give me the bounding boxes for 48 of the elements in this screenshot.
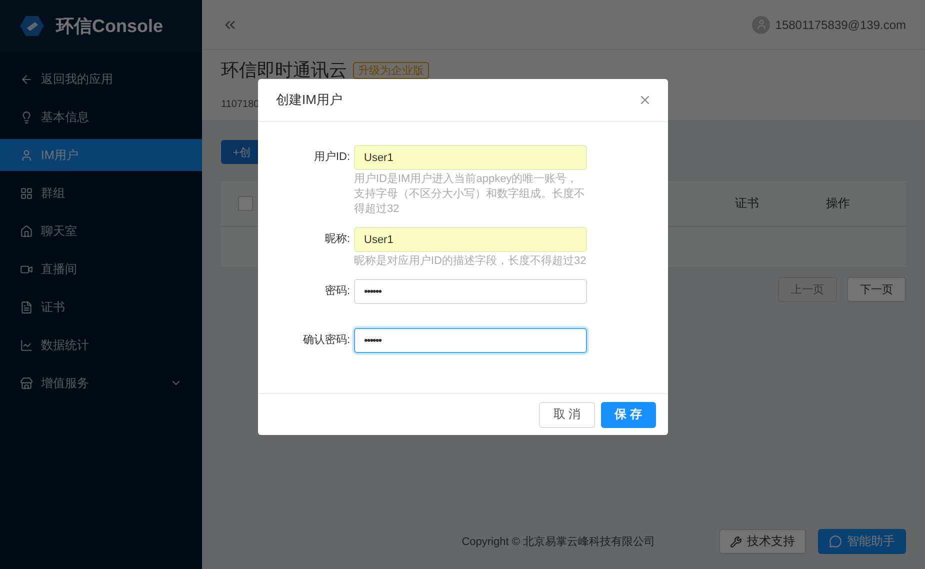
- save-button[interactable]: 保 存: [600, 402, 656, 428]
- user-email[interactable]: 15801175839@139.com: [775, 18, 906, 32]
- sidebar-item[interactable]: 聊天室: [0, 215, 202, 247]
- store-icon: [20, 376, 33, 390]
- support-button[interactable]: 技术支持: [719, 529, 806, 554]
- video-camera-icon: [20, 262, 33, 276]
- wrench-icon: [730, 536, 742, 548]
- logo-icon: [20, 15, 44, 37]
- logo-text: 环信Console: [56, 15, 164, 38]
- user-icon: [20, 148, 33, 162]
- sidebar-item[interactable]: IM用户: [0, 139, 202, 171]
- page-button[interactable]: 下一页: [847, 277, 906, 302]
- input-field[interactable]: User1: [354, 145, 587, 170]
- column-header: 证书: [735, 195, 759, 212]
- input-field[interactable]: ••••••: [354, 279, 587, 304]
- input-field[interactable]: User1: [354, 227, 587, 252]
- sidebar-item[interactable]: 群组: [0, 177, 202, 209]
- line-chart-icon: [20, 338, 33, 352]
- sidebar-item[interactable]: 基本信息: [0, 101, 202, 133]
- copyright-text: Copyright © 北京易掌云峰科技有限公司: [462, 534, 655, 549]
- input-field[interactable]: ••••••: [354, 328, 587, 353]
- arrow-left-icon: [20, 72, 33, 86]
- field-label: 昵称:: [324, 232, 350, 247]
- sidebar-item[interactable]: 返回我的应用: [0, 63, 202, 95]
- field-label: 用户ID:: [312, 150, 350, 165]
- field-hint: 昵称是对应用户ID的描述字段，长度不得超过32: [354, 254, 587, 269]
- field-label: 确认密码:: [302, 332, 350, 348]
- lightbulb-icon: [20, 110, 33, 124]
- field-label: 密码:: [324, 284, 350, 299]
- upgrade-badge[interactable]: 升级为企业版: [353, 62, 429, 78]
- cancel-button[interactable]: 取 消: [539, 402, 595, 428]
- sidebar-item[interactable]: 证书: [0, 291, 202, 323]
- select-all-checkbox[interactable]: [238, 196, 253, 211]
- avatar-icon[interactable]: [752, 16, 770, 34]
- column-header: 操作: [826, 195, 850, 212]
- close-button[interactable]: [638, 93, 652, 107]
- sidebar-item[interactable]: 数据统计: [0, 329, 202, 361]
- app-title: 环信即时通讯云: [221, 59, 347, 82]
- chat-bubble-icon: [829, 535, 842, 548]
- document-icon: [20, 300, 33, 314]
- appkey-text: 1107180: [221, 99, 260, 110]
- dialog-title: 创建IM用户: [276, 91, 342, 109]
- sidebar-item[interactable]: 直播间: [0, 253, 202, 285]
- assistant-button[interactable]: 智能助手: [818, 529, 906, 554]
- grid-icon: [20, 186, 33, 200]
- sidebar-item[interactable]: 增值服务: [0, 367, 202, 399]
- field-hint: 用户ID是IM用户进入当前appkey的唯一账号，支持字母（不区分大小写）和数字组成。长度不得超过32: [354, 172, 586, 217]
- house-icon: [20, 224, 33, 238]
